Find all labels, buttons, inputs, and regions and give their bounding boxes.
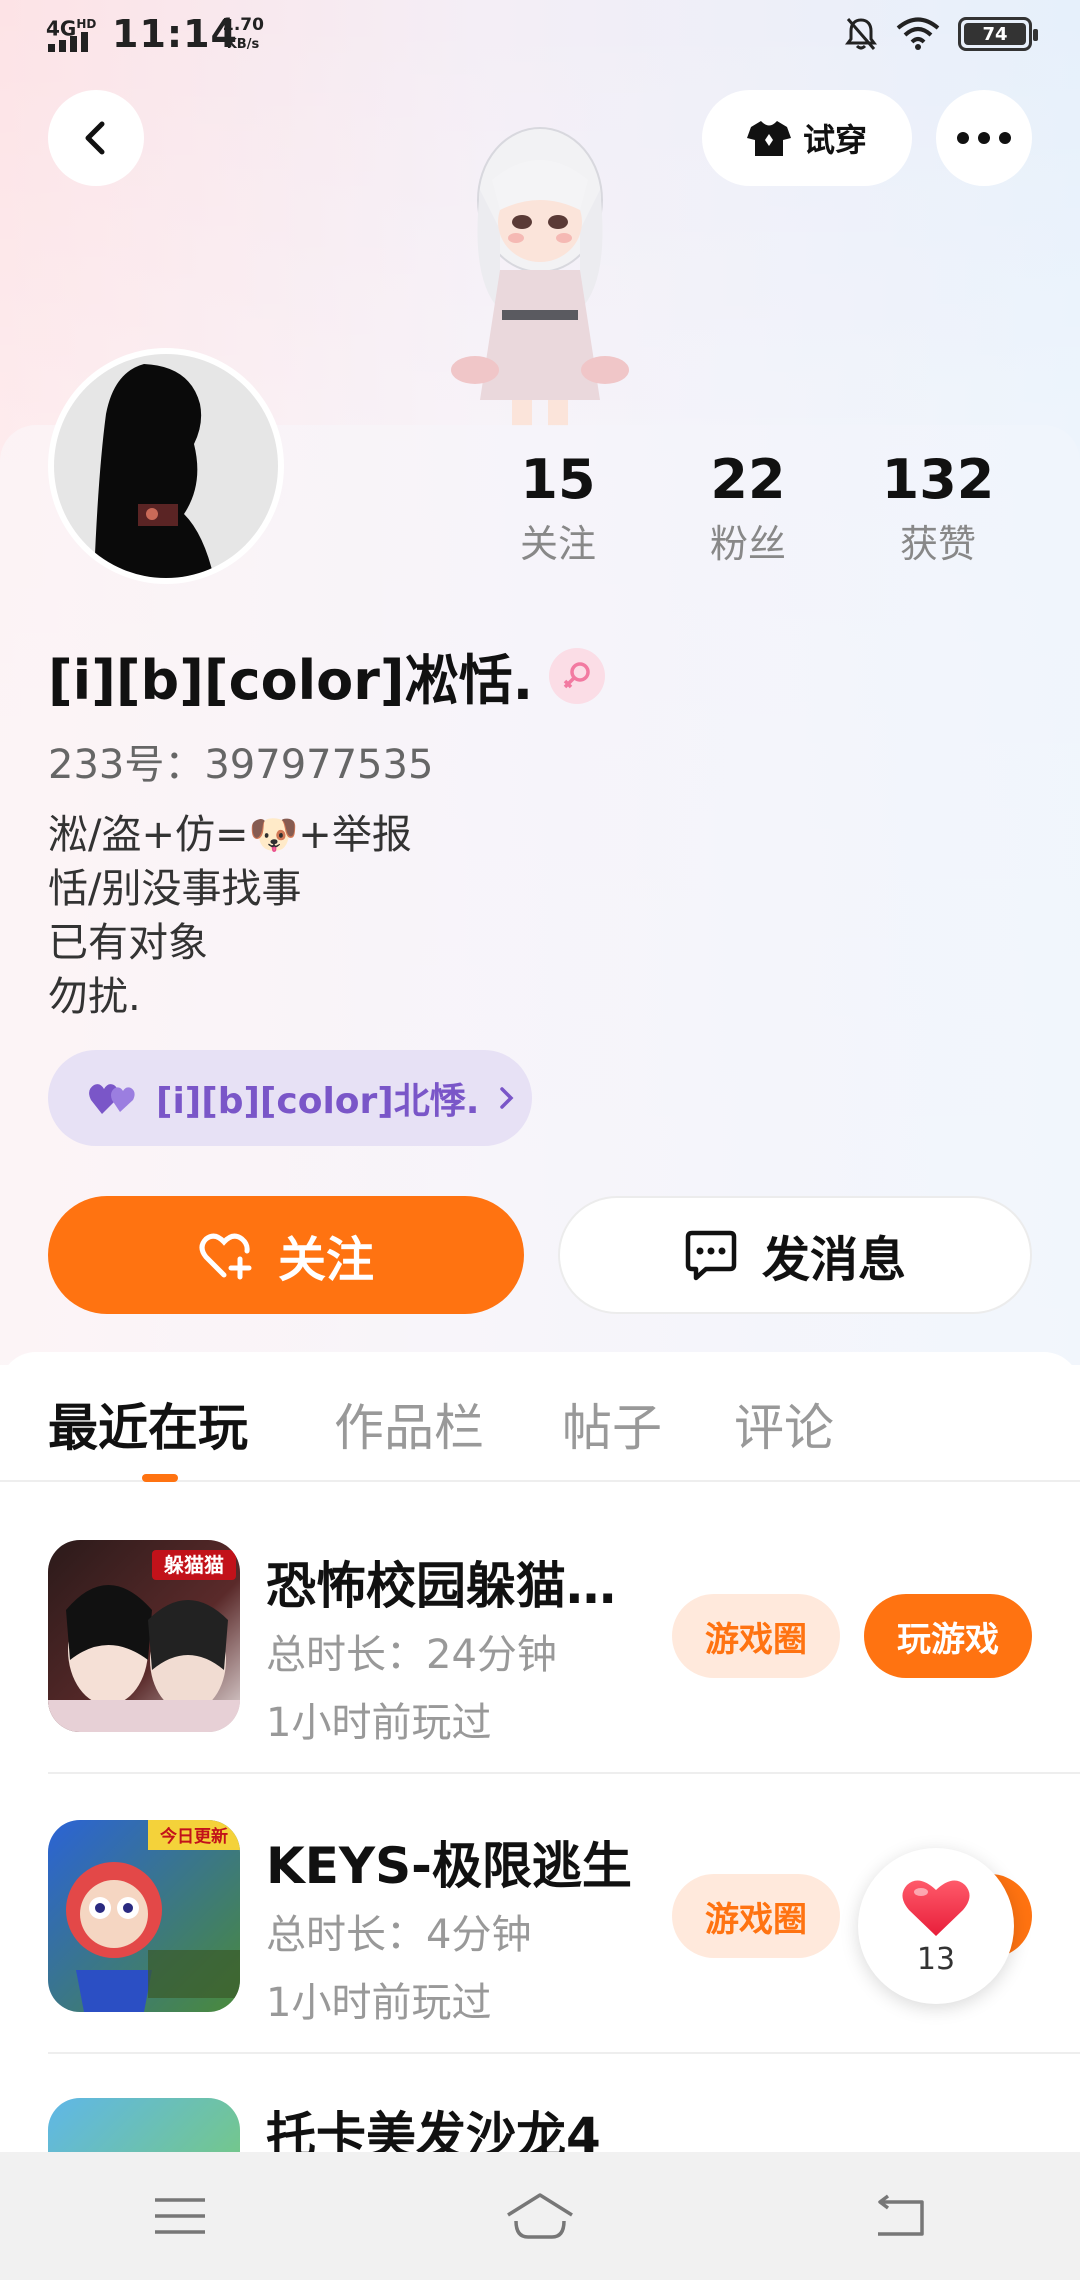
chevron-left-icon <box>85 121 105 155</box>
wifi-icon <box>896 17 940 50</box>
avatar[interactable] <box>48 348 284 584</box>
nav-home-button[interactable] <box>480 2166 600 2266</box>
game-duration: 总时长：4分钟 <box>266 1912 532 1958</box>
double-heart-icon <box>89 1084 135 1114</box>
cp-relationship-tag[interactable]: [i][b][color]北悸. <box>48 1050 532 1146</box>
follow-button[interactable]: 关注 <box>48 1196 524 1314</box>
svg-text:躲猫猫: 躲猫猫 <box>164 1553 224 1577</box>
tab-recently-played[interactable]: 最近在玩 <box>48 1388 248 1460</box>
mute-bell-icon <box>845 18 877 50</box>
username: [i][b][color]凇恬. <box>48 649 534 712</box>
cp-name: [i][b][color]北悸. <box>156 1081 480 1122</box>
bio-line: 已有对象 <box>48 920 208 966</box>
game-icon: 今日更新 <box>48 1820 240 2012</box>
bio: 淞/盗+仿=🐶+举报 恬/别没事找事 已有对象 勿扰. <box>48 808 412 1024</box>
status-bar: 4GHD 11:14 1.70 KB/s 74 <box>0 0 1080 70</box>
back-button[interactable] <box>48 90 144 186</box>
menu-lines-icon <box>155 2198 205 2234</box>
stat-following[interactable]: 15 关注 <box>456 445 660 573</box>
signal-icon <box>48 32 88 52</box>
nav-menu-button[interactable] <box>120 2166 240 2266</box>
play-game-button[interactable]: 玩游戏 <box>864 1594 1032 1678</box>
game-title: 恐怖校园躲猫… <box>266 1557 616 1615</box>
more-dots-icon <box>957 132 1011 144</box>
heart-icon <box>902 1880 970 1936</box>
chevron-right-icon <box>500 1087 514 1109</box>
character-avatar-image <box>451 127 629 426</box>
tshirt-icon <box>746 121 791 156</box>
game-last-played: 1小时前玩过 <box>266 1700 492 1746</box>
bio-line: 恬/别没事找事 <box>48 866 302 912</box>
user-id: 233号：397977535 <box>48 742 434 788</box>
network-speed: 1.70 KB/s <box>222 15 264 53</box>
system-navigation-bar <box>0 2152 1080 2280</box>
username-row: [i][b][color]凇恬. <box>48 636 606 715</box>
avatar-silhouette-image <box>94 364 214 578</box>
profile-stats: 15 关注 22 粉丝 132 获赞 <box>470 445 1050 573</box>
game-circle-button[interactable]: 游戏圈 <box>672 1594 840 1678</box>
game-list-item[interactable]: 躲猫猫 恐怖校园躲猫… 总时长：24分钟 1小时前玩过 游戏圈 玩游戏 <box>0 1494 1080 1774</box>
game-icon: 躲猫猫 <box>48 1540 240 1732</box>
stat-likes[interactable]: 132 获赞 <box>836 445 1040 573</box>
message-button[interactable]: 发消息 <box>558 1196 1032 1314</box>
nav-back-button[interactable] <box>840 2166 960 2266</box>
floating-like-button[interactable]: 13 <box>858 1848 1014 2004</box>
bio-line: 勿扰. <box>48 974 141 1020</box>
like-count: 13 <box>916 1941 956 1977</box>
game-title: KEYS-极限逃生 <box>266 1837 632 1895</box>
content-tabs: 最近在玩 作品栏 帖子 评论 <box>0 1352 1080 1482</box>
game-duration: 总时长：24分钟 <box>266 1632 557 1678</box>
game-last-played: 1小时前玩过 <box>266 1980 492 2026</box>
active-tab-indicator <box>142 1474 178 1482</box>
chat-bubble-icon <box>685 1230 737 1281</box>
more-options-button[interactable] <box>936 90 1032 186</box>
battery-icon: 74 <box>958 17 1038 51</box>
clock: 11:14 <box>112 12 238 56</box>
stat-followers[interactable]: 22 粉丝 <box>646 445 850 573</box>
home-icon <box>507 2193 573 2239</box>
game-circle-button[interactable]: 游戏圈 <box>672 1874 840 1958</box>
return-arrow-icon <box>878 2194 924 2236</box>
tab-comments[interactable]: 评论 <box>734 1388 834 1460</box>
tab-posts[interactable]: 帖子 <box>562 1388 662 1460</box>
heart-plus-icon <box>199 1233 252 1280</box>
female-gender-icon <box>549 647 606 704</box>
svg-text:今日更新: 今日更新 <box>160 1826 228 1847</box>
bio-line: 淞/盗+仿=🐶+举报 <box>48 812 412 858</box>
tab-works[interactable]: 作品栏 <box>334 1388 484 1460</box>
try-on-button[interactable]: 试穿 <box>702 90 912 186</box>
